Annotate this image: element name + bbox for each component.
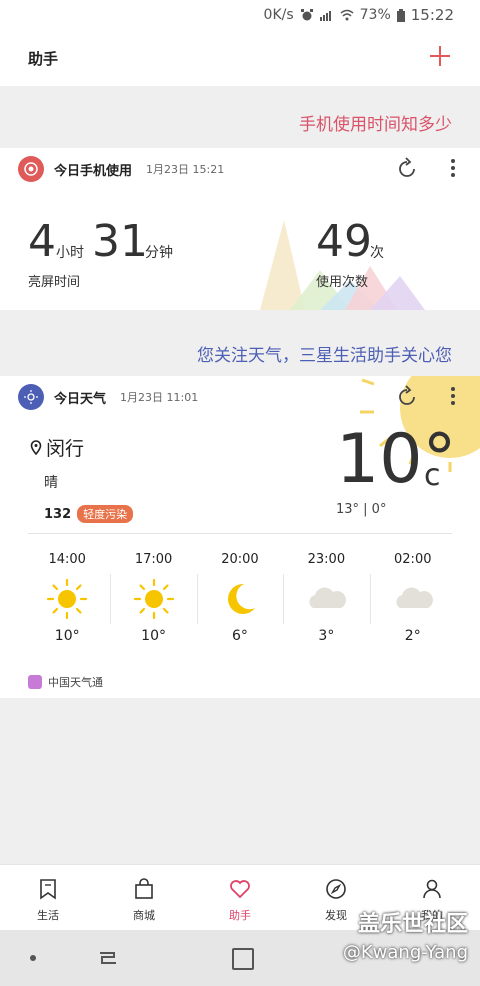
weather-card-title: 今日天气 <box>54 391 107 407</box>
usage-card-title: 今日手机使用 <box>54 163 133 179</box>
compass-icon <box>326 879 346 899</box>
shopping-bag-icon <box>135 878 153 899</box>
forecast-temp: 2° <box>404 628 421 644</box>
battery-percent: 73% <box>359 7 391 23</box>
air-quality: 132 轻度污染 <box>44 505 134 523</box>
forecast-time: 14:00 <box>48 552 86 567</box>
divider <box>28 533 452 534</box>
recent-apps-icon[interactable] <box>96 948 120 968</box>
usage-card[interactable]: 今日手机使用 1月23日 15:21 4 小时 31 分钟 亮屏时间 49 次 … <box>0 148 480 310</box>
aqi-value: 132 <box>44 506 72 522</box>
location[interactable]: 闵行 <box>30 434 84 461</box>
usage-card-icon <box>18 156 44 182</box>
usage-hours-unit: 小时 <box>56 245 84 261</box>
weather-source-logo-icon <box>28 675 42 689</box>
nav-label: 生活 <box>37 909 59 922</box>
aqi-badge: 轻度污染 <box>77 505 134 523</box>
forecast-temp: 10° <box>141 628 166 644</box>
nav-dot-icon[interactable] <box>30 955 36 961</box>
forecast-time: 17:00 <box>134 552 173 567</box>
signal-icon <box>319 9 334 21</box>
nav-label: 商城 <box>133 909 155 922</box>
nav-item-assistant[interactable]: 助手 <box>192 865 288 931</box>
forecast-time: 23:00 <box>307 552 346 567</box>
forecast-item: 20:00 6° <box>196 552 283 644</box>
home-icon[interactable] <box>232 948 254 970</box>
location-pin-icon <box>30 439 42 455</box>
forecast-time: 20:00 <box>221 552 259 567</box>
usage-minutes-unit: 分钟 <box>145 245 173 261</box>
bookmark-icon <box>40 879 56 900</box>
network-speed: 0K/s <box>263 7 294 23</box>
moon-icon <box>227 583 255 614</box>
cloud-icon <box>309 587 347 608</box>
forecast-temp: 3° <box>318 628 335 644</box>
unlock-count: 49 <box>316 216 372 267</box>
temperature-unit: c <box>424 458 441 493</box>
nav-item-mall[interactable]: 商城 <box>96 865 192 931</box>
refresh-icon[interactable] <box>394 384 420 410</box>
sun-icon <box>47 578 88 620</box>
unlock-count-label: 使用次数 <box>316 275 369 290</box>
watermark-title: 盖乐世社区 <box>357 912 468 937</box>
watermark-author: @Kwang-Yang <box>342 942 468 963</box>
nav-label: 助手 <box>229 909 251 922</box>
forecast-item: 14:00 10° <box>24 552 110 644</box>
weather-source[interactable]: 中国天气通 <box>28 674 103 690</box>
sun-icon <box>133 578 174 620</box>
forecast-temp: 10° <box>54 628 80 644</box>
temperature-range: 13° | 0° <box>336 502 387 517</box>
forecast-temp: 6° <box>232 628 248 644</box>
cloud-icon <box>396 587 433 608</box>
wifi-icon <box>340 9 354 21</box>
hourly-forecast: 14:00 10° 17:00 10° 20:00 6° 23:00 3° 02… <box>24 552 456 644</box>
more-options-icon[interactable] <box>448 384 458 410</box>
add-button[interactable] <box>426 42 454 70</box>
nav-item-life[interactable]: 生活 <box>0 865 96 931</box>
more-options-icon[interactable] <box>448 156 458 182</box>
person-icon <box>423 879 441 899</box>
weather-promo-link[interactable]: 您关注天气，三星生活助手关心您 <box>197 341 452 366</box>
weather-card-icon <box>18 384 44 410</box>
forecast-item: 17:00 10° <box>110 552 196 644</box>
clock: 15:22 <box>410 6 454 24</box>
unlock-count-unit: 次 <box>370 245 384 261</box>
usage-hours: 4 <box>28 216 56 267</box>
usage-minutes: 31 <box>92 216 148 267</box>
screen-time-label: 亮屏时间 <box>28 275 81 290</box>
battery-icon <box>396 9 405 22</box>
location-name: 闵行 <box>46 438 85 460</box>
page-title: 助手 <box>28 50 59 68</box>
usage-card-timestamp: 1月23日 15:21 <box>146 163 225 176</box>
heart-icon <box>230 880 250 899</box>
watermark: 盖乐世社区 @Kwang-Yang <box>343 906 468 963</box>
refresh-icon[interactable] <box>394 156 420 182</box>
weather-card[interactable]: 今日天气 1月23日 11:01 闵行 晴 132 轻度污染 10° c 13°… <box>0 376 480 698</box>
app-header: 助手 <box>0 30 480 86</box>
forecast-item: 23:00 3° <box>283 552 369 644</box>
weather-source-label: 中国天气通 <box>48 676 103 689</box>
weather-condition: 晴 <box>44 475 58 491</box>
alarm-icon <box>300 9 314 21</box>
weather-card-timestamp: 1月23日 11:01 <box>120 391 199 404</box>
status-bar: 0K/s 73% 15:22 <box>0 0 480 30</box>
forecast-time: 02:00 <box>394 552 432 567</box>
forecast-item: 02:00 2° <box>369 552 456 644</box>
usage-promo-link[interactable]: 手机使用时间知多少 <box>299 110 452 135</box>
